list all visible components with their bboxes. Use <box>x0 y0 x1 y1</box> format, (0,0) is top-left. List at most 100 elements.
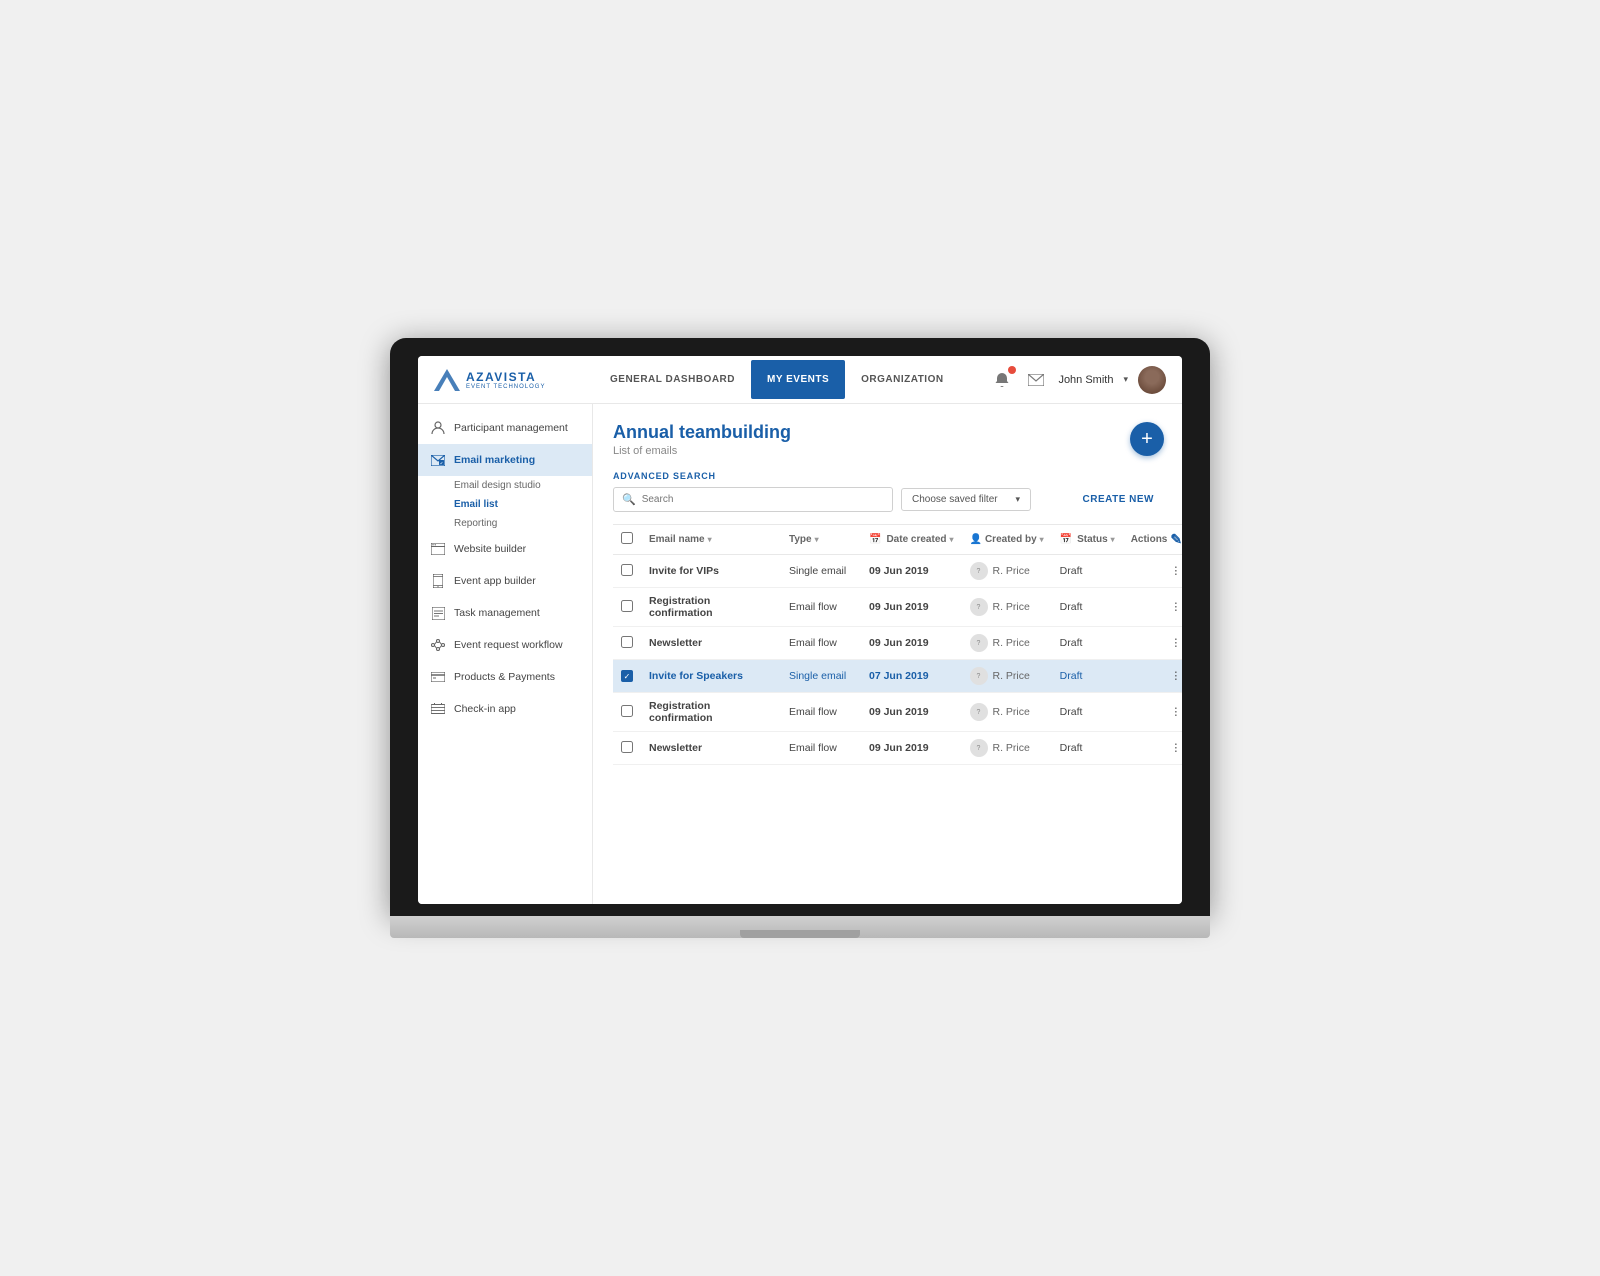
th-date-label: Date created <box>886 534 946 545</box>
select-all-checkbox[interactable] <box>621 532 633 544</box>
user-name-label[interactable]: John Smith <box>1058 374 1113 386</box>
row-date-created: 07 Jun 2019 <box>861 660 962 693</box>
sidebar-label-website: Website builder <box>454 543 526 555</box>
creator-name: R. Price <box>993 565 1030 577</box>
logo-area: AZAVISTA EVENT TECHNOLOGY <box>434 369 594 391</box>
svg-text:✓: ✓ <box>440 460 443 465</box>
row-actions-menu-icon[interactable]: ⋮ <box>1171 601 1182 613</box>
th-status: 📅 Status ▾ <box>1052 525 1123 555</box>
table-header-row: Email name ▾ Type ▾ <box>613 525 1182 555</box>
row-actions[interactable]: ⋮ <box>1123 732 1182 765</box>
row-email-name[interactable]: Newsletter <box>641 627 781 660</box>
row-actions[interactable]: ⋮ <box>1123 555 1182 588</box>
creator-avatar: ? <box>970 598 988 616</box>
row-checkbox[interactable] <box>621 705 633 717</box>
notifications-button[interactable] <box>990 368 1014 392</box>
created-by-sort-icon[interactable]: ▾ <box>1040 535 1044 544</box>
sidebar-sub-email-list[interactable]: Email list <box>418 495 592 514</box>
sidebar-sub-design-studio[interactable]: Email design studio <box>418 476 592 495</box>
filter-select[interactable]: Choose saved filter ▾ <box>901 488 1031 511</box>
th-actions-label: Actions <box>1131 534 1168 545</box>
email-name-sort-icon[interactable]: ▾ <box>708 535 712 544</box>
row-checkbox-cell <box>613 627 641 660</box>
row-actions[interactable]: ⋮ <box>1123 627 1182 660</box>
sidebar-item-products-payments[interactable]: Products & Payments <box>418 661 592 693</box>
sidebar-label-task: Task management <box>454 607 540 619</box>
sidebar-item-task-management[interactable]: Task management <box>418 597 592 629</box>
th-checkbox <box>613 525 641 555</box>
row-checkbox[interactable] <box>621 564 633 576</box>
th-email-name: Email name ▾ <box>641 525 781 555</box>
screen-bezel: AZAVISTA EVENT TECHNOLOGY GENERAL DASHBO… <box>390 338 1210 916</box>
nav-general-dashboard[interactable]: GENERAL DASHBOARD <box>594 360 751 399</box>
creator-name: R. Price <box>993 601 1030 613</box>
laptop-container: AZAVISTA EVENT TECHNOLOGY GENERAL DASHBO… <box>390 338 1210 938</box>
nav-links: GENERAL DASHBOARD MY EVENTS ORGANIZATION <box>594 360 990 399</box>
sidebar-item-event-app[interactable]: Event app builder <box>418 565 592 597</box>
row-status: Draft <box>1052 627 1123 660</box>
creator-avatar: ? <box>970 703 988 721</box>
row-creator: ?R. Price <box>962 660 1052 693</box>
workflow-icon <box>430 637 446 653</box>
row-actions-menu-icon[interactable]: ⋮ <box>1171 706 1182 718</box>
row-creator: ?R. Price <box>962 627 1052 660</box>
user-chevron[interactable]: ▾ <box>1123 374 1128 385</box>
search-input[interactable] <box>642 494 884 505</box>
table-row: Registration confirmationEmail flow09 Ju… <box>613 588 1182 627</box>
table-row: NewsletterEmail flow09 Jun 2019?R. Price… <box>613 627 1182 660</box>
row-checkbox-checked[interactable]: ✓ <box>621 670 633 682</box>
row-email-name[interactable]: Registration confirmation <box>641 588 781 627</box>
filter-label: Choose saved filter <box>912 494 998 505</box>
sidebar-item-checkin[interactable]: Check-in app <box>418 693 592 725</box>
row-email-name[interactable]: Invite for VIPs <box>641 555 781 588</box>
sidebar-item-email-marketing[interactable]: ✓ Email marketing <box>418 444 592 476</box>
row-actions-menu-icon[interactable]: ⋮ <box>1171 742 1182 754</box>
row-date-created: 09 Jun 2019 <box>861 693 962 732</box>
row-email-name[interactable]: Registration confirmation <box>641 693 781 732</box>
table-header: Email name ▾ Type ▾ <box>613 525 1182 555</box>
row-actions[interactable]: ⋮ <box>1123 660 1182 693</box>
row-status: Draft <box>1052 555 1123 588</box>
website-builder-icon <box>430 541 446 557</box>
th-status-label: Status <box>1077 534 1108 545</box>
row-checkbox[interactable] <box>621 741 633 753</box>
row-actions[interactable]: ⋮ <box>1123 588 1182 627</box>
row-status: Draft <box>1052 660 1123 693</box>
screen: AZAVISTA EVENT TECHNOLOGY GENERAL DASHBO… <box>418 356 1182 904</box>
sidebar-item-website-builder[interactable]: Website builder <box>418 533 592 565</box>
search-bar: 🔍 Choose saved filter ▾ CREATE NEW <box>613 487 1162 512</box>
content-area: Annual teambuilding List of emails + ADV… <box>593 404 1182 904</box>
messages-button[interactable] <box>1024 368 1048 392</box>
sidebar-item-participant[interactable]: Participant management <box>418 412 592 444</box>
row-checkbox[interactable] <box>621 636 633 648</box>
row-actions-menu-icon[interactable]: ⋮ <box>1171 565 1182 577</box>
row-creator: ? R. Price <box>962 588 1052 627</box>
sidebar-label-checkin: Check-in app <box>454 703 516 715</box>
status-sort-icon[interactable]: ▾ <box>1111 535 1115 544</box>
row-checkbox-cell <box>613 588 641 627</box>
row-email-name[interactable]: Newsletter <box>641 732 781 765</box>
table-edit-icon[interactable]: ✎ <box>1170 531 1182 548</box>
creator-name: R. Price <box>993 742 1030 754</box>
row-email-type: Email flow <box>781 627 861 660</box>
row-checkbox[interactable] <box>621 600 633 612</box>
top-nav: AZAVISTA EVENT TECHNOLOGY GENERAL DASHBO… <box>418 356 1182 404</box>
row-actions[interactable]: ⋮ <box>1123 693 1182 732</box>
row-actions-menu-icon[interactable]: ⋮ <box>1171 637 1182 649</box>
th-email-name-label: Email name <box>649 534 705 545</box>
nav-organization[interactable]: ORGANIZATION <box>845 360 959 399</box>
sidebar-item-workflow[interactable]: Event request workflow <box>418 629 592 661</box>
status-icon: 📅 <box>1060 534 1072 545</box>
type-sort-icon[interactable]: ▾ <box>815 535 819 544</box>
sidebar-sub-reporting[interactable]: Reporting <box>418 514 592 533</box>
row-actions-menu-icon[interactable]: ⋮ <box>1171 670 1182 682</box>
avatar[interactable] <box>1138 366 1166 394</box>
nav-my-events[interactable]: MY EVENTS <box>751 360 845 399</box>
add-button[interactable]: + <box>1130 422 1164 456</box>
row-email-name[interactable]: Invite for Speakers <box>641 660 781 693</box>
row-checkbox-cell: ✓ <box>613 660 641 693</box>
date-sort-icon[interactable]: ▾ <box>949 535 953 544</box>
creator-avatar: ? <box>970 634 988 652</box>
create-new-button[interactable]: CREATE NEW <box>1075 489 1162 510</box>
sidebar-label-products: Products & Payments <box>454 671 555 683</box>
